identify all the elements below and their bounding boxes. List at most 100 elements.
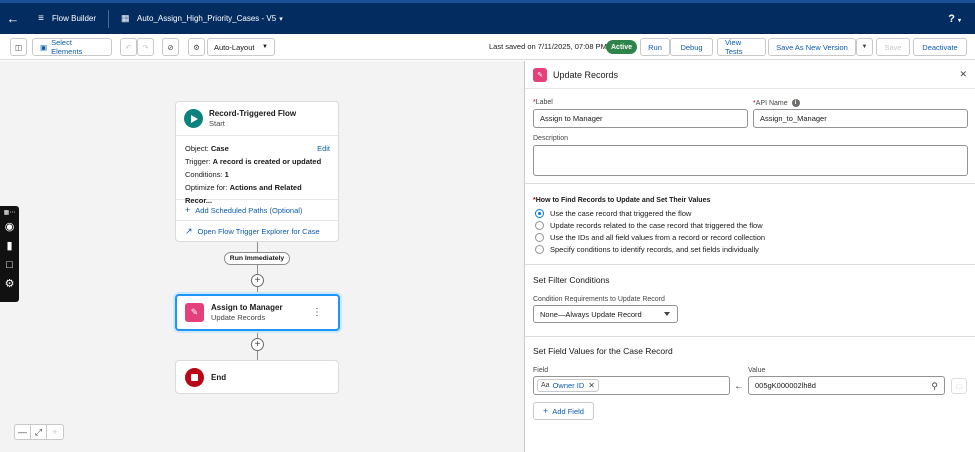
select-elements-label: Select Elements [51,38,83,56]
radio-unchecked[interactable] [535,221,544,230]
radio-checked[interactable] [535,209,544,218]
edit-link[interactable]: Edit [317,142,330,155]
object-label: Object: [185,144,211,153]
zoom-out-button[interactable]: — [15,425,31,439]
app-name: Flow Builder [52,14,97,23]
condition-requirements-select[interactable]: None—Always Update Record [533,305,678,323]
external-link-icon: ↗ [185,226,193,236]
radio-option-triggering-record[interactable]: Use the case record that triggered the f… [535,209,691,218]
fit-view-button[interactable]: ⤢ [31,425,47,439]
assign-to-manager-node[interactable]: ✎ Assign to Manager Update Records ⋮ [175,294,340,331]
api-name-input[interactable]: Assign_to_Manager [753,109,968,128]
back-arrow-icon[interactable]: ← [0,11,26,26]
gear-icon[interactable]: ⚙ [5,275,15,294]
how-to-find-heading-text: How to Find Records to Update and Set Th… [535,197,711,204]
end-node-title: End [211,372,227,382]
value-input[interactable]: 005gK000002lh8d ⚲ [748,376,945,395]
flow-icon: ▦ [121,13,130,23]
help-icon[interactable]: ? ▾ [948,13,961,25]
toolbox-handle-icon[interactable]: ▦⋯ [4,209,16,218]
remove-icon[interactable]: ✕ [588,381,595,390]
flow-name-text: Auto_Assign_High_Priority_Cases - V5 [137,14,277,23]
api-name-caption: * API Name i [753,99,800,107]
help-label: ? [948,12,955,25]
undo-button[interactable]: ↶ [120,38,137,56]
start-node-title: Record-Triggered Flow [209,109,297,118]
panel-icon: ◫ [14,42,23,52]
divider [108,9,110,28]
divider [525,336,975,337]
add-field-button[interactable]: + Add Field [533,402,594,420]
api-name-caption-text: API Name [755,99,788,107]
window-icon[interactable]: □ [6,256,13,275]
layout-select[interactable]: Auto-Layout ▼ [207,38,275,56]
select-elements-button[interactable]: ▣ Select Elements [32,38,112,56]
camera-icon[interactable]: ◉ [5,218,15,237]
deactivate-button[interactable]: Deactivate [913,38,967,56]
field-pill[interactable]: Aa Owner ID ✕ [537,379,599,392]
more-actions-icon[interactable]: ⋮ [312,307,322,318]
radio-unchecked[interactable] [535,245,544,254]
field-caption: Field [533,367,549,374]
save-button[interactable]: Save [876,38,910,56]
chevron-down-icon [664,312,670,316]
redo-button[interactable]: ↷ [137,38,154,56]
flow-name[interactable]: Auto_Assign_High_Priority_Cases - V5 ▾ [137,14,283,23]
save-menu-button[interactable]: ▼ [856,38,873,56]
radio-option-record-collection[interactable]: Use the IDs and all field values from a … [535,233,765,242]
description-caption: Description [533,135,569,142]
close-icon[interactable]: ✕ [959,69,967,80]
trigger-row: Trigger: A record is created or updated [185,155,329,168]
settings-button[interactable]: ⚙ [188,38,205,56]
label-caption: *Label [533,99,553,106]
open-trigger-explorer-label: Open Flow Trigger Explorer for Case [197,227,320,236]
field-input[interactable]: Aa Owner ID ✕ [533,376,730,395]
toggle-panel-button[interactable]: ◫ [10,38,27,56]
play-icon [184,109,203,128]
run-button[interactable]: Run [640,38,670,56]
layout-select-label: Auto-Layout [214,42,255,52]
toolbar: ◫ ▣ Select Elements ↶ ↷ ⊘ ⚙ Auto-Layout ▼ … [0,34,975,60]
left-arrow-icon: ← [734,381,744,392]
ban-icon: ⊘ [167,42,174,52]
chevron-down-icon: ▼ [861,44,868,50]
how-to-find-heading: *How to Find Records to Update and Set T… [533,197,710,204]
divider [525,264,975,265]
text-field-icon: Aa [541,382,550,389]
save-as-new-version-button[interactable]: Save As New Version [768,38,856,56]
error-check-button[interactable]: ⊘ [162,38,179,56]
debug-button[interactable]: Debug [670,38,713,56]
conditions-label: Conditions: [185,170,225,179]
redo-icon: ↷ [142,42,149,52]
radio-unchecked[interactable] [535,233,544,242]
select-icon: ▣ [40,42,48,52]
video-icon[interactable]: ▮ [6,237,12,256]
update-records-icon: ✎ [185,303,204,322]
description-textarea[interactable] [533,145,968,176]
run-immediately-label[interactable]: Run Immediately [224,252,290,265]
label-input[interactable]: Assign to Manager [533,109,748,128]
start-node[interactable]: Record-Triggered Flow Start Object: Case… [175,101,339,242]
field-pill-label: Owner ID [552,381,585,390]
delete-row-button[interactable]: □ [951,378,967,394]
plus-icon: + [254,338,261,350]
add-element-button[interactable]: + [251,338,264,351]
set-fields-section-title: Set Field Values for the Case Record [533,346,673,356]
conditions-row: Conditions: 1 [185,168,329,181]
zoom-controls: — ⤢ + [14,424,64,440]
zoom-in-button[interactable]: + [47,425,63,439]
add-element-button[interactable]: + [251,274,264,287]
info-icon[interactable]: i [791,99,800,107]
radio-option-related-records[interactable]: Update records related to the case recor… [535,221,763,230]
end-node[interactable]: End [175,360,339,394]
add-field-label: Add Field [552,406,584,416]
radio-option-specify-conditions[interactable]: Specify conditions to identify records, … [535,245,759,254]
gear-icon: ⚙ [193,42,200,52]
panel-title: Update Records [553,69,619,80]
search-icon[interactable]: ⚲ [931,381,938,392]
open-trigger-explorer-link[interactable]: ↗ Open Flow Trigger Explorer for Case [176,221,338,242]
last-saved-text: Last saved on 7/11/2025, 07:08 PM [489,42,607,51]
plus-icon: + [543,406,549,416]
chevron-down-icon: ▼ [262,44,268,50]
view-tests-button[interactable]: View Tests [717,38,766,56]
